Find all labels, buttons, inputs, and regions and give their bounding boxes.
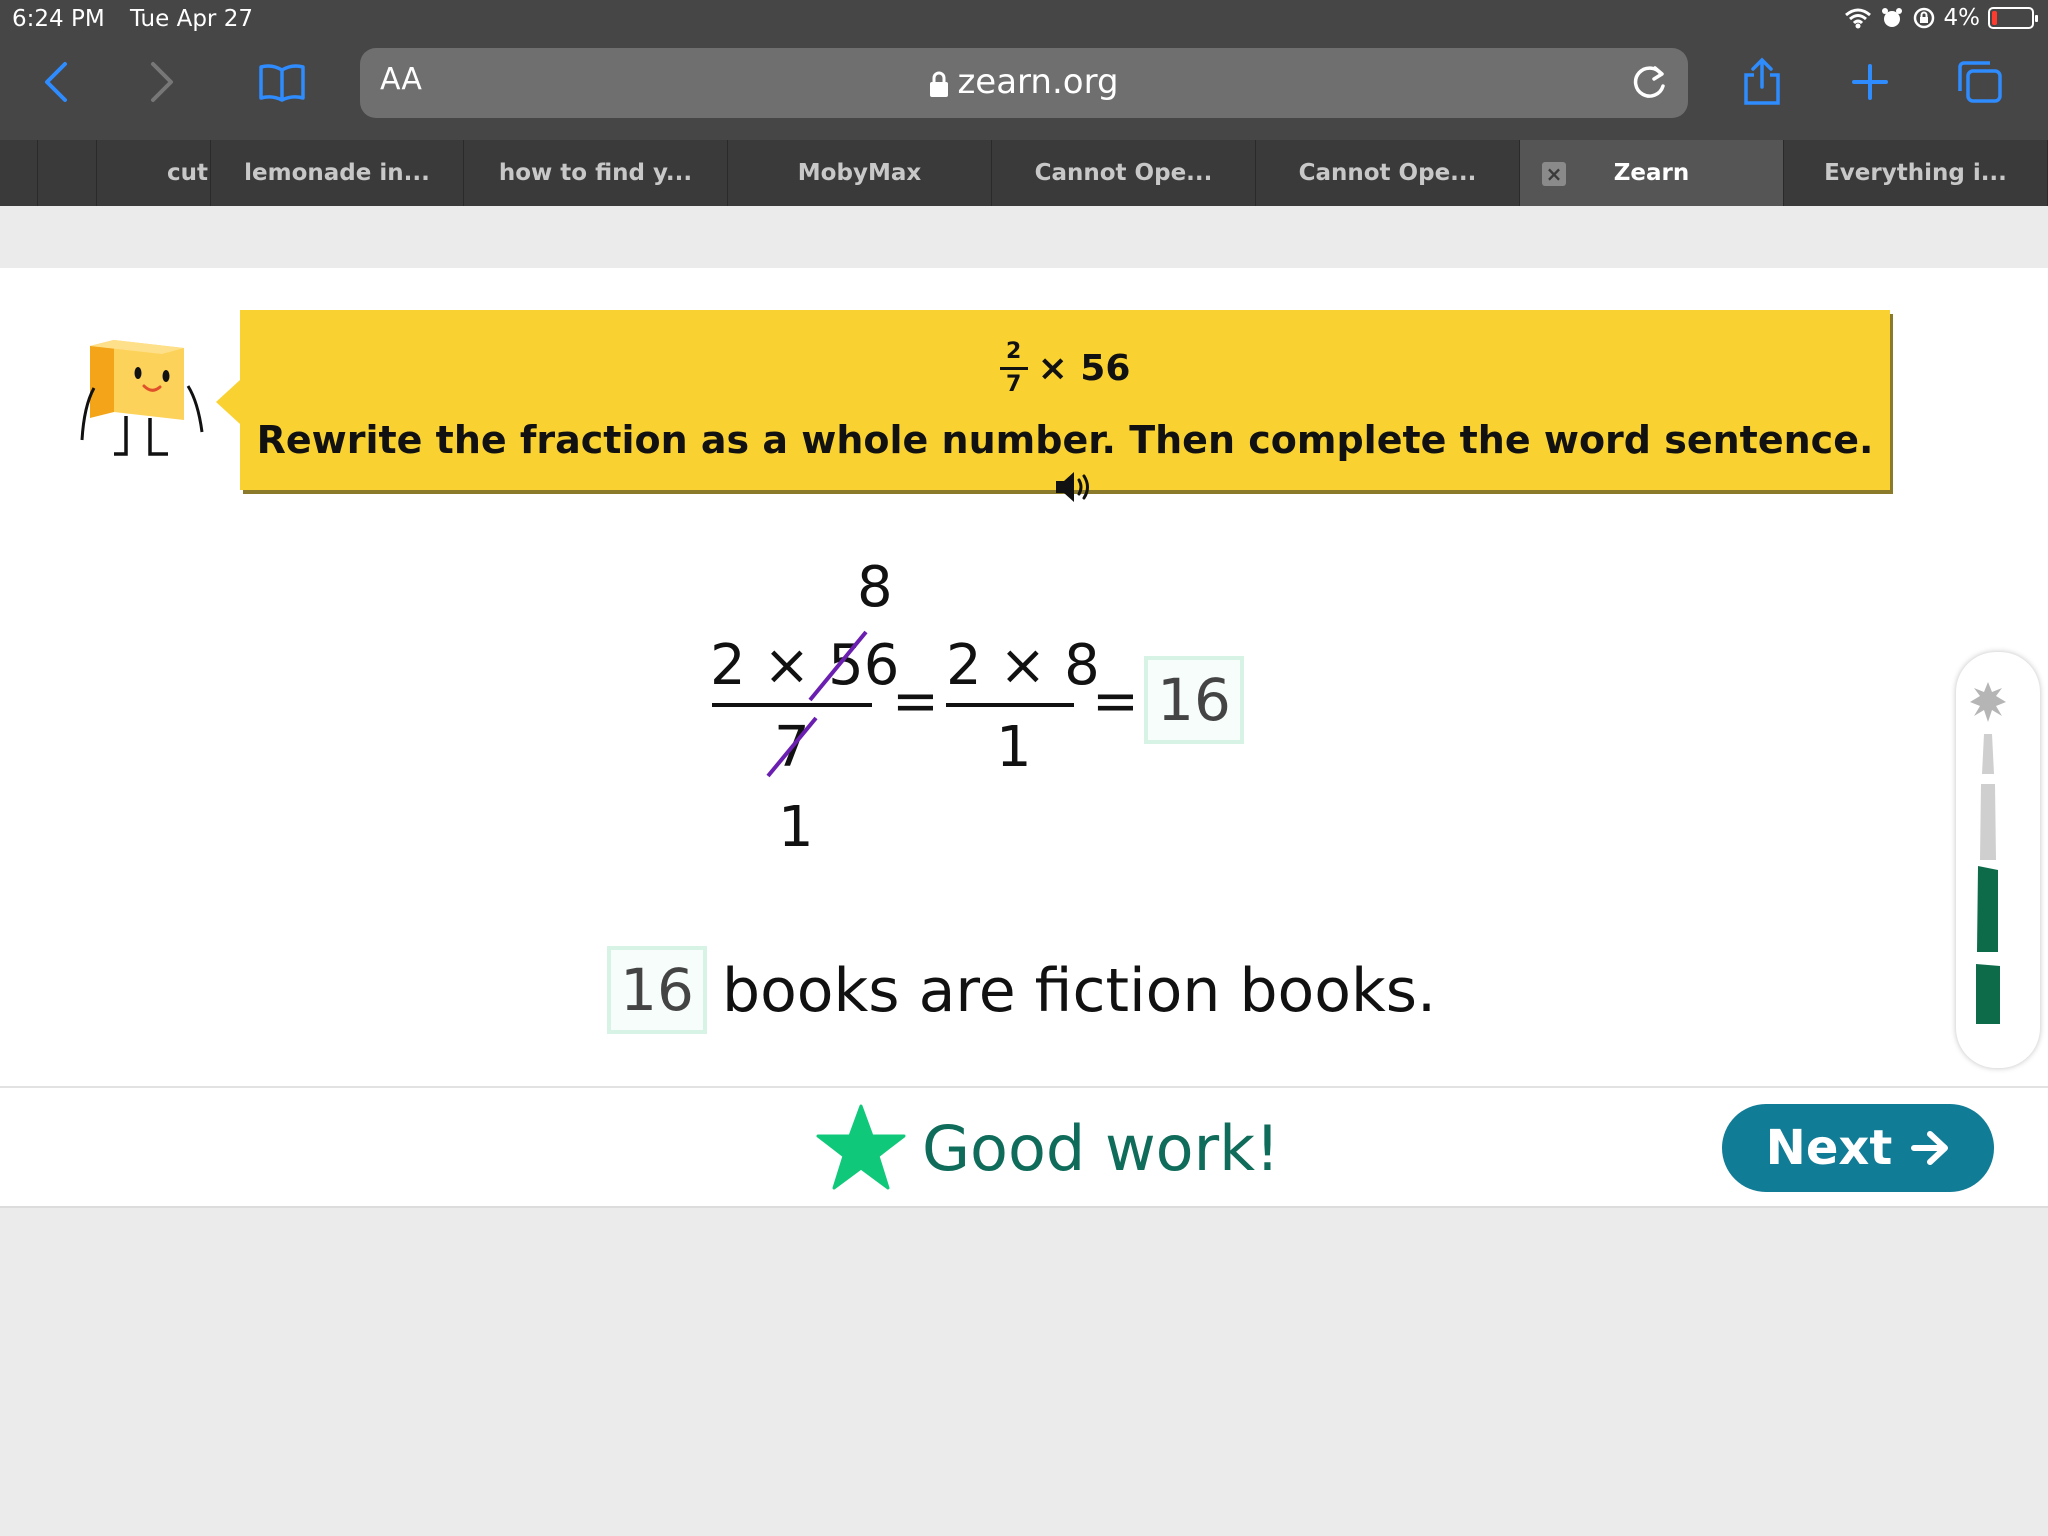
prompt-fraction-denominator: 7 <box>1005 372 1022 397</box>
prompt-banner: 2 7 × 56 Rewrite the fraction as a whole… <box>216 310 1890 502</box>
url-display[interactable]: zearn.org <box>360 62 1688 102</box>
prompt-fraction: 2 7 <box>999 339 1028 397</box>
progress-segment-4 <box>1976 964 2000 1024</box>
alarm-icon <box>1881 8 1902 27</box>
plus-icon <box>1852 64 1888 100</box>
strike-mark-7 <box>766 716 818 778</box>
reload-icon[interactable] <box>1626 60 1672 106</box>
bookmarks-button[interactable] <box>252 52 312 112</box>
battery-percent: 4% <box>1943 5 1981 31</box>
tab-cut[interactable]: cut <box>97 140 211 206</box>
prompt-instruction: Rewrite the fraction as a whole number. … <box>240 418 1890 506</box>
page-top-strip <box>0 206 2048 268</box>
strike-mark-56 <box>808 630 868 702</box>
answer-box-product[interactable]: 16 <box>1144 656 1244 744</box>
prompt-times-56: × 56 <box>1037 348 1131 389</box>
equals-sign-1: = <box>892 669 939 734</box>
address-bar[interactable]: AA zearn.org <box>360 48 1688 118</box>
tab-everything[interactable]: Everything i... <box>1784 140 2048 206</box>
close-icon[interactable]: × <box>1542 162 1566 186</box>
burst-icon <box>1970 682 2006 722</box>
tab-overview-button[interactable] <box>1950 52 2010 112</box>
tab-cannot-open-1[interactable]: Cannot Ope... <box>992 140 1256 206</box>
next-button[interactable]: Next <box>1722 1104 1994 1192</box>
battery-icon <box>1988 7 2038 29</box>
chevron-left-icon <box>45 62 67 102</box>
fraction2-bar <box>946 703 1074 707</box>
fraction1-bar <box>712 703 872 707</box>
star-icon <box>816 1104 906 1190</box>
status-icons: 4% <box>1844 5 2038 31</box>
tab-bar: cut lemonade in... how to find y... Moby… <box>0 140 2048 206</box>
back-button[interactable] <box>26 52 86 112</box>
cancel-quotient-bottom: 1 <box>778 795 814 860</box>
progress-meter <box>1970 682 2006 1024</box>
book-icon <box>259 64 305 102</box>
cancel-quotient-top: 8 <box>857 555 893 620</box>
status-bar: 6:24 PM Tue Apr 27 4% <box>0 0 2048 38</box>
equals-sign-2: = <box>1092 669 1139 734</box>
tab-lemonade[interactable]: lemonade in... <box>211 140 464 206</box>
word-sentence: books are fiction books. <box>722 956 1437 1026</box>
arrow-right-icon <box>1911 1131 1949 1165</box>
lock-icon <box>930 71 949 97</box>
progress-segment-3 <box>1977 866 1998 952</box>
status-date: Tue Apr 27 <box>130 6 253 32</box>
progress-segment-2 <box>1980 784 1996 860</box>
fraction2-denominator: 1 <box>996 715 1032 780</box>
status-time: 6:24 PM <box>12 6 105 32</box>
share-icon <box>1744 57 1780 105</box>
answer-box-sentence[interactable]: 16 <box>607 946 707 1034</box>
progress-panel <box>1956 652 2040 1068</box>
feedback-message: Good work! <box>922 1112 1280 1185</box>
tabs-icon <box>1958 61 2002 103</box>
tab-blank[interactable] <box>0 140 38 206</box>
tab-mobymax[interactable]: MobyMax <box>728 140 992 206</box>
tab-blank-2[interactable] <box>38 140 97 206</box>
prompt-expression: 2 7 × 56 <box>240 340 1890 397</box>
wifi-icon <box>1844 8 1871 29</box>
new-tab-button[interactable] <box>1840 52 1900 112</box>
prompt-fraction-numerator: 2 <box>1005 339 1022 364</box>
share-button[interactable] <box>1732 52 1792 112</box>
next-label: Next <box>1765 1120 1893 1176</box>
tab-how-to-find[interactable]: how to find y... <box>464 140 728 206</box>
forward-button[interactable] <box>132 52 192 112</box>
rotation-lock-icon <box>1913 7 1934 29</box>
fraction1-numerator: 2 × 56 <box>710 633 900 698</box>
mascot-block-icon <box>80 340 204 456</box>
chevron-right-icon <box>151 62 173 102</box>
speaker-icon[interactable] <box>1054 469 1094 505</box>
instruction-text: Rewrite the fraction as a whole number. … <box>256 418 1874 462</box>
fraction2-numerator: 2 × 8 <box>946 633 1100 698</box>
progress-segment-1 <box>1982 734 1994 774</box>
tab-zearn[interactable]: × Zearn <box>1520 140 1784 206</box>
tab-cannot-open-2[interactable]: Cannot Ope... <box>1256 140 1520 206</box>
url-text: zearn.org <box>957 62 1119 102</box>
browser-chrome: 6:24 PM Tue Apr 27 4% AA zearn.org <box>0 0 2048 140</box>
